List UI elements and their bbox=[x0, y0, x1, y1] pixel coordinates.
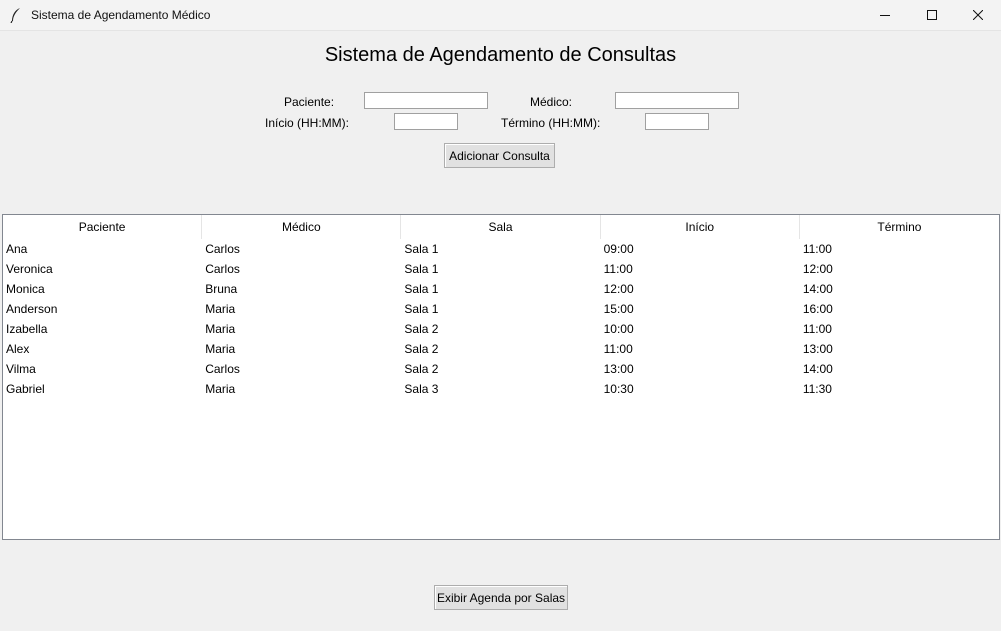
cell-medico: Carlos bbox=[205, 262, 240, 276]
cell-inicio: 12:00 bbox=[603, 282, 634, 296]
table-row[interactable]: Monica Bruna Sala 1 12:00 14:00 bbox=[3, 279, 999, 299]
exibir-agenda-button[interactable]: Exibir Agenda por Salas bbox=[434, 585, 568, 610]
appointments-table[interactable]: Paciente Médico Sala Início Término Ana … bbox=[2, 214, 1000, 540]
column-header-termino[interactable]: Término bbox=[799, 215, 999, 239]
close-icon bbox=[973, 10, 983, 20]
table-row[interactable]: Veronica Carlos Sala 1 11:00 12:00 bbox=[3, 259, 999, 279]
cell-termino: 11:30 bbox=[802, 382, 832, 396]
table-row[interactable]: Izabella Maria Sala 2 10:00 11:00 bbox=[3, 319, 999, 339]
cell-medico: Maria bbox=[205, 342, 236, 356]
cell-sala: Sala 2 bbox=[404, 342, 439, 356]
minimize-button[interactable] bbox=[862, 0, 908, 30]
table-row[interactable]: Vilma Carlos Sala 2 13:00 14:00 bbox=[3, 359, 999, 379]
cell-paciente: Alex bbox=[6, 342, 30, 356]
cell-paciente: Vilma bbox=[6, 362, 36, 376]
medico-input[interactable] bbox=[615, 92, 739, 109]
table-row[interactable]: Alex Maria Sala 2 11:00 13:00 bbox=[3, 339, 999, 359]
cell-termino: 12:00 bbox=[802, 262, 833, 276]
cell-termino: 16:00 bbox=[802, 302, 833, 316]
cell-inicio: 11:00 bbox=[603, 262, 633, 276]
cell-termino: 14:00 bbox=[802, 362, 833, 376]
cell-sala: Sala 1 bbox=[404, 242, 439, 256]
table-row[interactable]: Ana Carlos Sala 1 09:00 11:00 bbox=[3, 239, 999, 259]
cell-termino: 14:00 bbox=[802, 282, 833, 296]
cell-sala: Sala 1 bbox=[404, 262, 439, 276]
cell-medico: Carlos bbox=[205, 242, 240, 256]
cell-paciente: Monica bbox=[6, 282, 45, 296]
paciente-label: Paciente: bbox=[284, 95, 335, 109]
page-title: Sistema de Agendamento de Consultas bbox=[324, 44, 677, 66]
cell-medico: Maria bbox=[205, 302, 236, 316]
cell-termino: 11:00 bbox=[802, 322, 832, 336]
add-consulta-button[interactable]: Adicionar Consulta bbox=[444, 143, 555, 168]
cell-paciente: Ana bbox=[6, 242, 28, 256]
cell-medico: Carlos bbox=[205, 362, 240, 376]
cell-medico: Bruna bbox=[205, 282, 238, 296]
column-header-inicio[interactable]: Início bbox=[600, 215, 800, 239]
table-header: Paciente Médico Sala Início Término bbox=[3, 215, 999, 239]
termino-input[interactable] bbox=[645, 113, 709, 130]
cell-sala: Sala 3 bbox=[404, 382, 439, 396]
medico-label: Médico: bbox=[530, 95, 573, 109]
paciente-input[interactable] bbox=[364, 92, 488, 109]
window-title: Sistema de Agendamento Médico bbox=[31, 8, 211, 22]
cell-inicio: 09:00 bbox=[603, 242, 634, 256]
cell-sala: Sala 2 bbox=[404, 362, 439, 376]
table-row[interactable]: Anderson Maria Sala 1 15:00 16:00 bbox=[3, 299, 999, 319]
cell-paciente: Veronica bbox=[6, 262, 53, 276]
termino-label: Término (HH:MM): bbox=[501, 116, 601, 130]
cell-paciente: Gabriel bbox=[6, 382, 45, 396]
cell-sala: Sala 1 bbox=[404, 302, 439, 316]
cell-termino: 11:00 bbox=[802, 242, 832, 256]
column-header-sala[interactable]: Sala bbox=[401, 215, 601, 239]
cell-inicio: 11:00 bbox=[603, 342, 633, 356]
inicio-input[interactable] bbox=[394, 113, 458, 130]
cell-medico: Maria bbox=[205, 382, 236, 396]
cell-medico: Maria bbox=[205, 322, 236, 336]
minimize-icon bbox=[880, 15, 890, 16]
maximize-icon bbox=[927, 10, 937, 20]
cell-sala: Sala 1 bbox=[404, 282, 439, 296]
inicio-label: Início (HH:MM): bbox=[265, 116, 349, 130]
cell-inicio: 13:00 bbox=[603, 362, 634, 376]
cell-sala: Sala 2 bbox=[404, 322, 439, 336]
title-bar: Sistema de Agendamento Médico bbox=[0, 0, 1001, 31]
column-header-medico[interactable]: Médico bbox=[202, 215, 402, 239]
cell-inicio: 10:30 bbox=[603, 382, 634, 396]
cell-inicio: 10:00 bbox=[603, 322, 634, 336]
cell-inicio: 15:00 bbox=[603, 302, 634, 316]
cell-paciente: Izabella bbox=[6, 322, 48, 336]
close-button[interactable] bbox=[955, 0, 1001, 30]
column-header-paciente[interactable]: Paciente bbox=[3, 215, 203, 239]
cell-paciente: Anderson bbox=[6, 302, 58, 316]
maximize-button[interactable] bbox=[909, 0, 955, 30]
cell-termino: 13:00 bbox=[802, 342, 833, 356]
feather-icon bbox=[10, 8, 20, 23]
table-row[interactable]: Gabriel Maria Sala 3 10:30 11:30 bbox=[3, 379, 999, 399]
